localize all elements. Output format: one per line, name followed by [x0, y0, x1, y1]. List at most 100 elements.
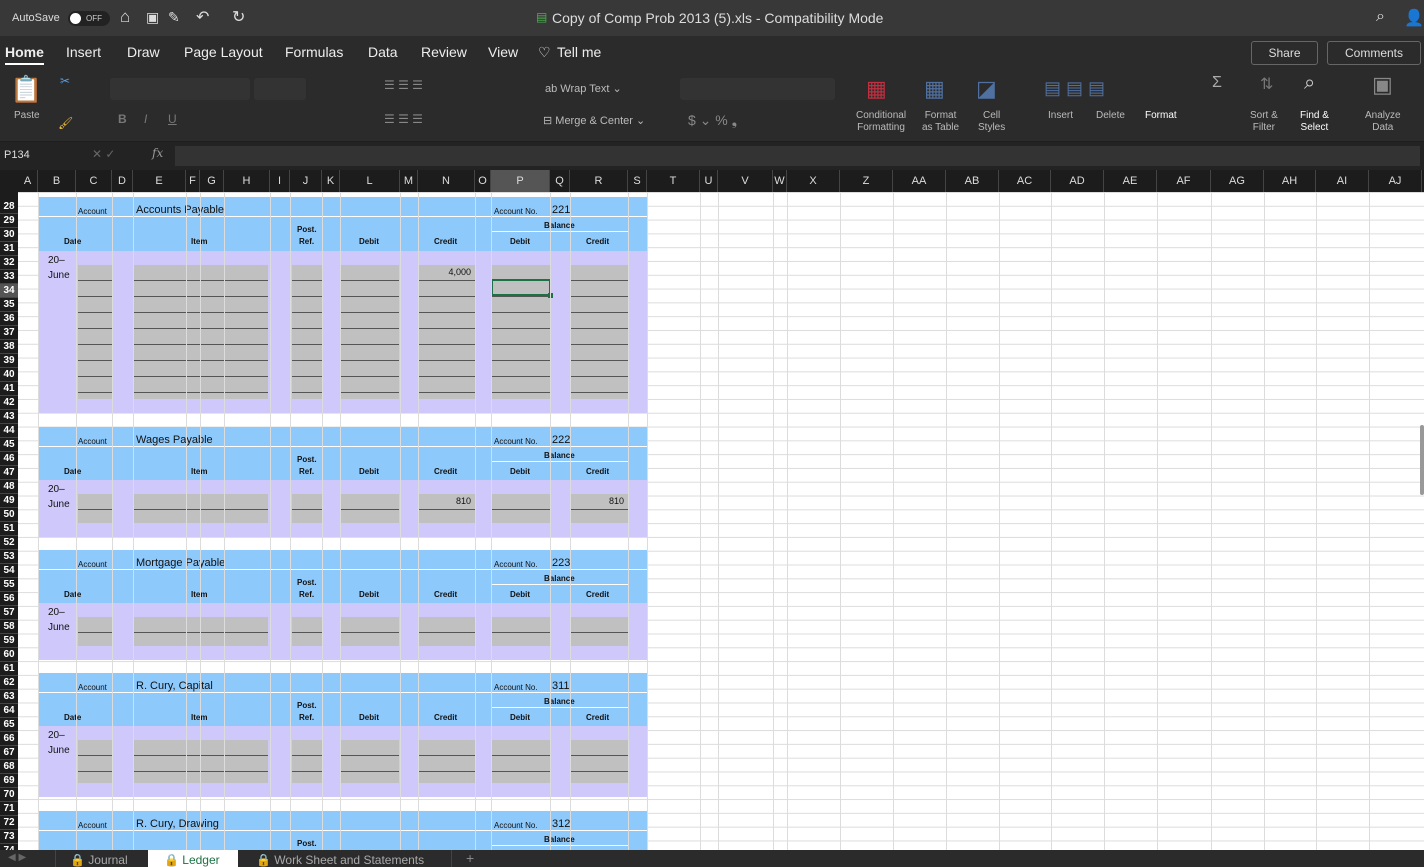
save-icon[interactable]: ▣	[146, 9, 159, 26]
paste-icon[interactable]: 📋	[10, 74, 42, 105]
column-header-V[interactable]: V	[718, 170, 773, 192]
row-header-52[interactable]: 52	[0, 536, 18, 550]
ledger-input-cell[interactable]	[570, 617, 628, 646]
italic-icon[interactable]: I	[144, 112, 147, 126]
tab-view[interactable]: View	[488, 44, 518, 60]
row-header-37[interactable]: 37	[0, 326, 18, 340]
row-header-29[interactable]: 29	[0, 214, 18, 228]
tab-page-layout[interactable]: Page Layout	[184, 44, 263, 60]
home-icon[interactable]: ⌂	[120, 7, 130, 27]
sort-filter-button[interactable]: Sort & Filter	[1250, 110, 1278, 134]
row-header-44[interactable]: 44	[0, 424, 18, 438]
selected-cell[interactable]	[491, 279, 553, 298]
sheet-tab-journal[interactable]: 🔒 Journal	[55, 850, 148, 867]
row-header-38[interactable]: 38	[0, 340, 18, 354]
sort-filter-icon[interactable]: ⇅	[1260, 74, 1273, 94]
row-header-41[interactable]: 41	[0, 382, 18, 396]
wrap-text-button[interactable]: ab Wrap Text ⌄	[545, 82, 622, 95]
ledger-input-cell[interactable]	[292, 265, 323, 399]
format-button[interactable]: Format	[1145, 110, 1177, 121]
cancel-icon[interactable]: ✕ ✓	[92, 147, 115, 161]
row-header-55[interactable]: 55	[0, 578, 18, 592]
cut-icon[interactable]: ✂	[60, 74, 70, 88]
row-header-72[interactable]: 72	[0, 816, 18, 830]
ledger-input-cell[interactable]	[341, 740, 399, 783]
insert-button[interactable]: Insert	[1048, 110, 1073, 121]
column-header-AG[interactable]: AG	[1211, 170, 1264, 192]
cell-styles-icon[interactable]: ◪	[976, 76, 997, 102]
underline-icon[interactable]: U	[168, 112, 177, 126]
ledger-input-cell[interactable]	[570, 265, 628, 399]
ledger-input-cell[interactable]	[492, 740, 550, 783]
tab-formulas[interactable]: Formulas	[285, 44, 343, 60]
number-format-select[interactable]	[680, 78, 835, 100]
column-header-AJ[interactable]: AJ	[1369, 170, 1422, 192]
column-header-D[interactable]: D	[112, 170, 133, 192]
redo-icon[interactable]: ↻	[232, 7, 245, 27]
ledger-input-cell[interactable]	[341, 494, 399, 523]
add-sheet-button[interactable]: +	[466, 850, 474, 866]
find-select-button[interactable]: Find & Select	[1300, 110, 1329, 134]
row-header-42[interactable]: 42	[0, 396, 18, 410]
analyze-data-button[interactable]: Analyze Data	[1365, 110, 1401, 134]
row-header-63[interactable]: 63	[0, 690, 18, 704]
cell-styles-button[interactable]: Cell Styles	[978, 110, 1005, 134]
conditional-formatting-icon[interactable]: ▦	[866, 76, 887, 102]
column-header-M[interactable]: M	[400, 170, 418, 192]
sheet-tab-ledger[interactable]: 🔒 Ledger	[148, 850, 238, 867]
row-header-64[interactable]: 64	[0, 704, 18, 718]
currency-icon[interactable]: $ ⌄ % ❟	[688, 112, 737, 129]
column-header-AD[interactable]: AD	[1051, 170, 1104, 192]
undo-icon[interactable]: ↶	[196, 7, 209, 27]
row-header-54[interactable]: 54	[0, 564, 18, 578]
row-header-49[interactable]: 49	[0, 494, 18, 508]
align-left-icon[interactable]: ☰ ☰ ☰	[384, 112, 423, 126]
tab-home[interactable]: Home	[5, 44, 44, 65]
row-header-34[interactable]: 34	[0, 284, 18, 298]
row-header-71[interactable]: 71	[0, 802, 18, 816]
column-header-Z[interactable]: Z	[840, 170, 893, 192]
merge-center-button[interactable]: ⊟ Merge & Center ⌄	[543, 114, 645, 127]
row-header-45[interactable]: 45	[0, 438, 18, 452]
autosave-toggle[interactable]: OFF	[68, 11, 110, 26]
row-header-51[interactable]: 51	[0, 522, 18, 536]
row-header-66[interactable]: 66	[0, 732, 18, 746]
column-header-AA[interactable]: AA	[893, 170, 946, 192]
column-header-AF[interactable]: AF	[1157, 170, 1211, 192]
vertical-scrollbar[interactable]	[1420, 425, 1424, 495]
row-header-67[interactable]: 67	[0, 746, 18, 760]
tab-insert[interactable]: Insert	[66, 44, 101, 60]
ledger-input-cell[interactable]	[570, 740, 628, 783]
ledger-input-cell[interactable]	[492, 617, 550, 646]
sheet-nav-arrows[interactable]: ◀ ▶	[8, 852, 26, 863]
column-header-N[interactable]: N	[418, 170, 475, 192]
ledger-input-cell[interactable]	[492, 494, 550, 523]
insert-cells-icon[interactable]: ▤ ▤ ▤	[1044, 78, 1105, 99]
row-header-30[interactable]: 30	[0, 228, 18, 242]
ledger-input-cell[interactable]	[78, 617, 112, 646]
tab-data[interactable]: Data	[368, 44, 398, 60]
row-header-39[interactable]: 39	[0, 354, 18, 368]
column-header-AE[interactable]: AE	[1104, 170, 1157, 192]
font-size-select[interactable]	[254, 78, 306, 100]
column-header-P[interactable]: P	[491, 170, 550, 192]
row-header-58[interactable]: 58	[0, 620, 18, 634]
row-header-70[interactable]: 70	[0, 788, 18, 802]
ledger-input-cell[interactable]	[418, 617, 475, 646]
row-header-36[interactable]: 36	[0, 312, 18, 326]
ledger-input-cell[interactable]	[341, 265, 399, 399]
row-header-28[interactable]: 28	[0, 200, 18, 214]
column-header-L[interactable]: L	[340, 170, 400, 192]
ledger-input-cell[interactable]	[78, 265, 112, 399]
row-header-35[interactable]: 35	[0, 298, 18, 312]
ledger-input-cell[interactable]: 810	[418, 494, 475, 523]
ledger-input-cell[interactable]	[418, 740, 475, 783]
column-header-U[interactable]: U	[700, 170, 718, 192]
ledger-input-cell[interactable]: 4,000	[418, 265, 475, 399]
row-header-48[interactable]: 48	[0, 480, 18, 494]
column-header-W[interactable]: W	[773, 170, 787, 192]
column-header-J[interactable]: J	[290, 170, 322, 192]
column-header-G[interactable]: G	[200, 170, 224, 192]
fx-icon[interactable]: fx	[152, 146, 163, 160]
column-header-B[interactable]: B	[38, 170, 76, 192]
